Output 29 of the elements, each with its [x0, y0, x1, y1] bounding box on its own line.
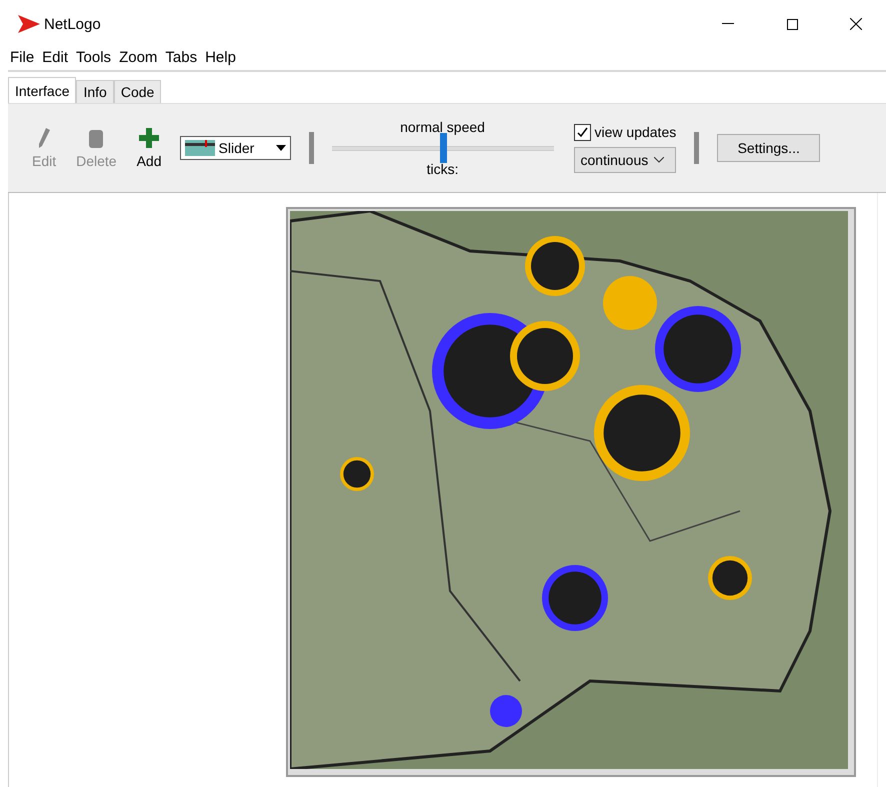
menu-item[interactable]: Tabs	[161, 48, 202, 68]
tab[interactable]: Code	[114, 80, 162, 103]
minimize-icon	[722, 23, 734, 25]
update-mode-dropdown[interactable]: continuous	[574, 146, 676, 172]
caret-icon	[276, 145, 286, 151]
checkbox-label: view updates	[594, 124, 676, 140]
pencil-icon	[37, 127, 52, 149]
chevron-icon	[654, 156, 664, 162]
menu-item[interactable]: Edit	[38, 48, 72, 68]
maximize-icon	[786, 18, 798, 30]
speed-label: normal speed	[400, 119, 485, 135]
ticks-label: ticks:	[426, 161, 458, 177]
menu-item[interactable]: File	[6, 48, 38, 68]
trash-icon	[88, 127, 104, 149]
tab[interactable]: Interface	[8, 77, 76, 103]
tab[interactable]: Info	[76, 80, 114, 103]
menu-item[interactable]: Tools	[72, 48, 116, 68]
close-icon	[850, 18, 862, 30]
slider-widget-icon	[184, 140, 215, 156]
plus-icon	[139, 127, 160, 149]
menu-item[interactable]: Help	[201, 48, 240, 68]
checkbox[interactable]	[574, 124, 591, 140]
menu-item[interactable]: Zoom	[115, 48, 162, 68]
logo-icon	[18, 15, 40, 33]
slider-thumb[interactable]	[440, 133, 447, 163]
widget-dropdown[interactable]: Slider	[180, 136, 291, 160]
window-title: NetLogo	[44, 16, 102, 32]
settings-button[interactable]: Settings...	[717, 134, 820, 162]
add-button[interactable]: Add	[126, 127, 172, 169]
